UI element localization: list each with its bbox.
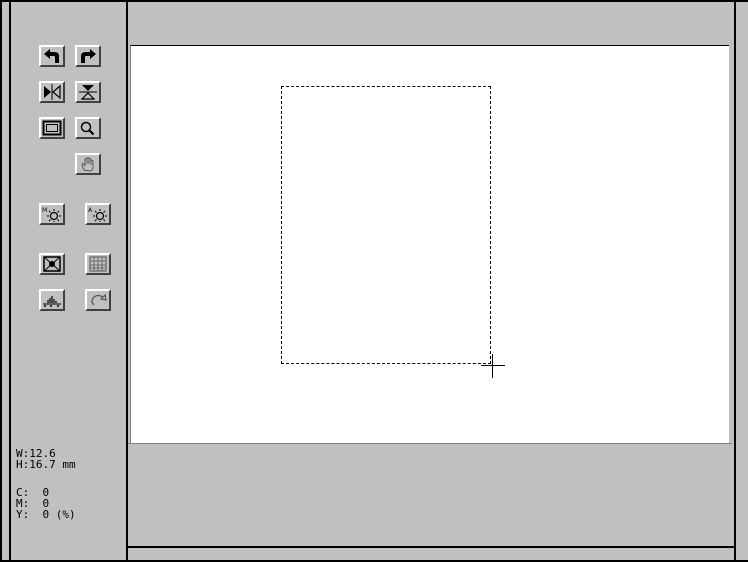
flip-vertical-button[interactable] — [75, 81, 101, 103]
histogram-button[interactable] — [39, 289, 65, 311]
yellow-readout: Y: 0 (%) — [16, 508, 76, 521]
flip-vertical-icon — [78, 84, 98, 100]
scanner-preview-window: M A W:12.6 H:16.7 mm C: 0 M: 0 Y: 0 (%) — [0, 0, 748, 562]
color-adjust-icon — [42, 256, 62, 272]
rotate-right-icon — [78, 48, 98, 64]
flip-horizontal-icon — [42, 84, 62, 100]
auto-exposure-icon: A — [88, 206, 108, 222]
manual-exposure-icon: M — [42, 206, 62, 222]
auto-exposure-button[interactable]: A — [85, 203, 111, 225]
grid-adjust-button[interactable] — [85, 253, 111, 275]
preview-canvas[interactable] — [130, 45, 729, 444]
zoom-button[interactable] — [75, 117, 101, 139]
bottom-border — [128, 546, 734, 548]
flip-horizontal-button[interactable] — [39, 81, 65, 103]
undo-button[interactable] — [85, 289, 111, 311]
frame-button[interactable] — [39, 117, 65, 139]
window-edge — [736, 2, 748, 560]
zoom-icon — [78, 120, 98, 136]
tool-panel: M A W:12.6 H:16.7 mm C: 0 M: 0 Y: 0 (%) — [11, 2, 126, 560]
rotate-right-button[interactable] — [75, 45, 101, 67]
selection-marquee[interactable] — [281, 86, 491, 364]
crosshair-cursor-icon — [481, 354, 505, 378]
hand-tool-button[interactable] — [75, 153, 101, 175]
rotate-left-button[interactable] — [39, 45, 65, 67]
rotate-left-icon — [42, 48, 62, 64]
histogram-icon — [42, 292, 62, 308]
frame-icon — [42, 120, 62, 136]
grid-adjust-icon — [88, 256, 108, 272]
status-panel — [128, 443, 732, 547]
svg-text:M: M — [42, 207, 47, 214]
color-adjust-button[interactable] — [39, 253, 65, 275]
hand-icon — [78, 156, 98, 172]
undo-icon — [88, 292, 108, 308]
svg-text:A: A — [88, 207, 93, 214]
height-readout: H:16.7 mm — [16, 458, 76, 471]
manual-exposure-button[interactable]: M — [39, 203, 65, 225]
